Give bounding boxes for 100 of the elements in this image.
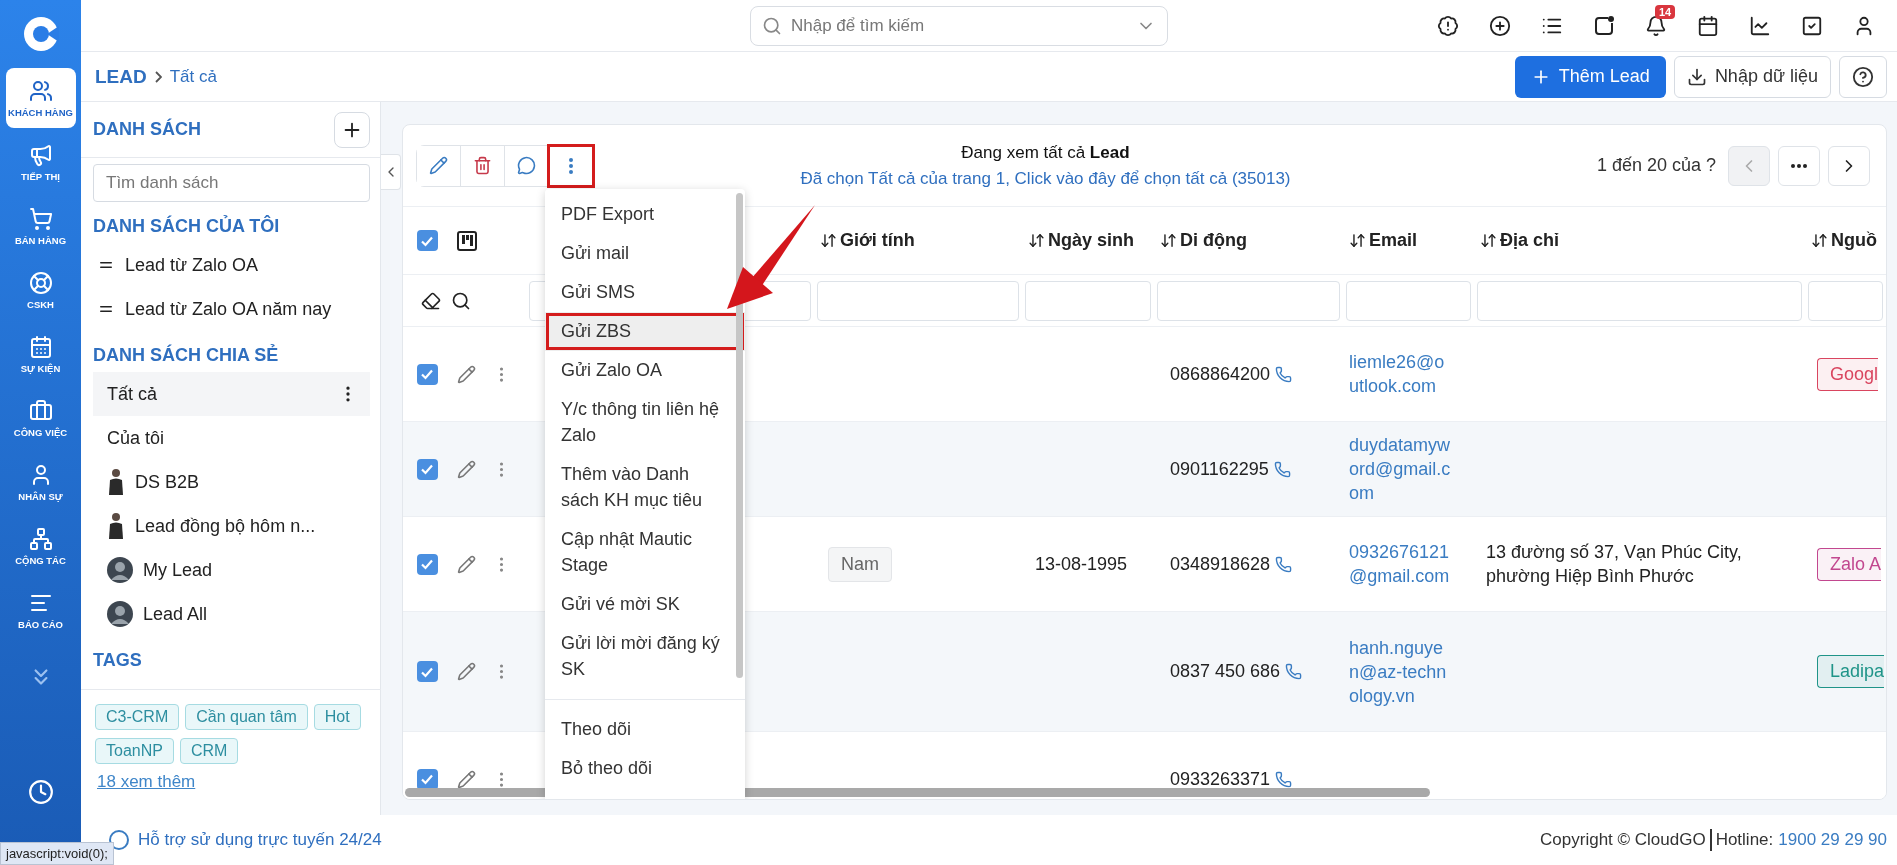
import-button[interactable]: Nhập dữ liệu bbox=[1673, 55, 1831, 98]
nav-item[interactable]: CSKH bbox=[5, 260, 76, 320]
row-checkbox[interactable] bbox=[416, 363, 438, 385]
list-item[interactable]: Lead đồng bộ hôm n... bbox=[93, 504, 370, 548]
task-icon[interactable] bbox=[1801, 14, 1823, 37]
clear-filter-icon[interactable] bbox=[421, 290, 441, 311]
column-header[interactable]: Giới tính bbox=[840, 230, 915, 251]
chart-icon[interactable] bbox=[1749, 14, 1771, 37]
list-item[interactable]: Tất cả bbox=[93, 372, 370, 416]
more-tags-link[interactable]: 18 xem thêm bbox=[97, 772, 371, 792]
nav-item[interactable]: CỘNG TÁC bbox=[5, 516, 76, 576]
column-header[interactable]: Địa chỉ bbox=[1500, 230, 1560, 251]
column-header[interactable]: Ngày sinh bbox=[1048, 230, 1135, 251]
calendar-icon[interactable] bbox=[1697, 14, 1719, 37]
list-item[interactable]: DS B2B bbox=[93, 460, 370, 504]
menu-item[interactable]: Cập nhật Mautic Stage bbox=[545, 520, 745, 585]
search-field[interactable]: Nhập để tìm kiếm bbox=[750, 5, 1168, 46]
row-checkbox[interactable] bbox=[416, 458, 438, 480]
sort-icon[interactable] bbox=[1160, 232, 1177, 249]
email-link[interactable]: duydatamyword@gmail.com bbox=[1349, 433, 1453, 505]
edit-icon[interactable] bbox=[457, 459, 476, 479]
tag[interactable]: Hot bbox=[313, 704, 361, 730]
menu-item[interactable]: Gửi mail bbox=[545, 234, 745, 273]
more-pages-button[interactable] bbox=[1778, 145, 1820, 186]
alert-icon[interactable] bbox=[1437, 14, 1459, 37]
add-lead-button[interactable]: Thêm Lead bbox=[1514, 55, 1666, 98]
support-link[interactable]: Hỗ trợ sử dụng trực tuyến 24/24 bbox=[138, 830, 382, 850]
phone-icon[interactable] bbox=[1285, 663, 1303, 680]
nav-item[interactable]: SỰ KIỆN bbox=[5, 324, 76, 384]
add-list-button[interactable] bbox=[334, 111, 370, 148]
sort-icon[interactable] bbox=[1349, 232, 1366, 249]
edit-icon[interactable] bbox=[457, 769, 476, 789]
nav-item[interactable]: BÁN HÀNG bbox=[5, 196, 76, 256]
menu-item[interactable]: Bỏ theo dõi bbox=[545, 749, 745, 788]
row-checkbox[interactable] bbox=[416, 553, 438, 575]
menu-item[interactable]: Y/c thông tin liên hệ Zalo bbox=[545, 390, 745, 455]
row-checkbox[interactable] bbox=[416, 661, 438, 682]
nav-item[interactable]: KHÁCH HÀNG bbox=[5, 68, 76, 128]
menu-item[interactable]: Gửi Zalo OA bbox=[545, 351, 745, 390]
sort-icon[interactable] bbox=[1480, 232, 1497, 249]
list-item[interactable]: Lead từ Zalo OA bbox=[93, 243, 370, 287]
nav-item[interactable]: NHÂN SỰ bbox=[5, 452, 76, 512]
menu-item[interactable]: Theo dõi bbox=[545, 710, 745, 749]
filter-field[interactable] bbox=[1808, 280, 1883, 321]
phone-icon[interactable] bbox=[1275, 365, 1293, 383]
tag[interactable]: Cần quan tâm bbox=[185, 704, 308, 730]
nav-item[interactable]: BÁO CÁO bbox=[5, 580, 76, 640]
menu-item[interactable]: Thêm vào Danh sách KH mục tiêu bbox=[545, 455, 745, 520]
select-all-link[interactable]: Đã chọn Tất cả của trang 1, Click vào đây để chọn tất cả (35013) bbox=[800, 168, 1291, 189]
email-link[interactable]: hanh.nguyen@az-technology.vn bbox=[1349, 635, 1453, 708]
list-item[interactable]: My Lead bbox=[93, 548, 370, 592]
filter-field[interactable] bbox=[1346, 280, 1471, 321]
phone-icon[interactable] bbox=[1275, 770, 1293, 788]
collapse-button[interactable] bbox=[381, 154, 401, 190]
search-icon[interactable] bbox=[451, 290, 471, 311]
list-item[interactable]: Của tôi bbox=[93, 416, 370, 460]
edit-button[interactable] bbox=[417, 145, 461, 186]
row-checkbox[interactable] bbox=[416, 768, 438, 790]
menu-item[interactable]: Gửi vé mời SK bbox=[545, 585, 745, 624]
phone-icon[interactable] bbox=[1275, 555, 1293, 573]
list-item[interactable]: Lead từ Zalo OA năm nay bbox=[93, 287, 370, 331]
menu-item[interactable]: Gửi lời mời đăng ký SK bbox=[545, 624, 745, 689]
list-item[interactable]: Lead All bbox=[93, 592, 370, 636]
help-button[interactable] bbox=[1839, 55, 1887, 98]
filter-field[interactable] bbox=[817, 280, 1019, 321]
calendar-icon bbox=[28, 334, 53, 359]
menu-item[interactable]: Gửi ZBS bbox=[545, 312, 745, 351]
nav-item[interactable]: TIẾP THỊ bbox=[5, 132, 76, 192]
column-header[interactable]: Email bbox=[1369, 230, 1418, 251]
email-link[interactable]: 0932676121@gmail.com bbox=[1349, 540, 1453, 588]
phone-icon[interactable] bbox=[1273, 460, 1291, 478]
edit-icon[interactable] bbox=[457, 662, 476, 681]
filter-field[interactable] bbox=[1477, 280, 1802, 321]
bell-icon[interactable] bbox=[1645, 14, 1667, 37]
filter-field[interactable] bbox=[1157, 280, 1340, 321]
menu-item[interactable]: Gửi SMS bbox=[545, 273, 745, 312]
breadcrumb-module[interactable]: LEAD bbox=[95, 65, 147, 88]
edit-icon[interactable] bbox=[457, 364, 476, 384]
breadcrumb-current[interactable]: Tất cả bbox=[169, 66, 217, 87]
sort-icon[interactable] bbox=[820, 232, 837, 249]
menu-item[interactable]: PDF Export bbox=[545, 195, 745, 234]
more-button[interactable] bbox=[549, 145, 593, 186]
select-all-checkbox[interactable] bbox=[416, 230, 438, 251]
nav-item[interactable]: CÔNG VIỆC bbox=[5, 388, 76, 448]
list-search-field[interactable]: Tìm danh sách bbox=[93, 164, 370, 202]
column-header[interactable]: Di động bbox=[1180, 230, 1247, 251]
sort-icon[interactable] bbox=[1811, 232, 1828, 249]
sort-icon[interactable] bbox=[1028, 232, 1045, 249]
square-dot-icon[interactable] bbox=[1593, 14, 1615, 37]
email-link[interactable]: liemle26@outlook.com bbox=[1349, 350, 1453, 398]
columns-icon[interactable] bbox=[457, 230, 477, 251]
add-icon[interactable] bbox=[1489, 14, 1511, 37]
clock-icon[interactable] bbox=[27, 779, 54, 805]
table-cell: 0348918628 bbox=[1170, 553, 1271, 575]
column-header[interactable]: Nguồ bbox=[1831, 230, 1877, 251]
filter-field[interactable] bbox=[1025, 280, 1151, 321]
scrollbar[interactable] bbox=[736, 193, 743, 678]
edit-icon[interactable] bbox=[457, 554, 476, 574]
trash-icon bbox=[473, 156, 492, 175]
hotline-link[interactable]: 1900 29 29 90 bbox=[1778, 830, 1887, 850]
